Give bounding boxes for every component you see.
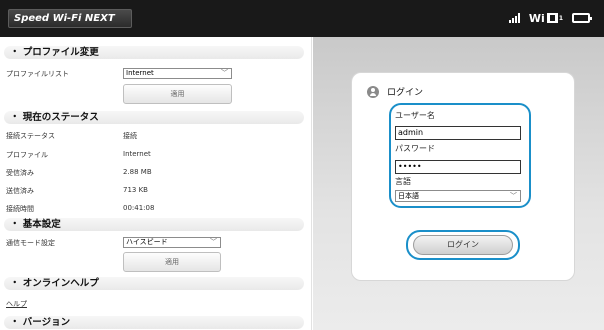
status-row-value: 713 KB (123, 186, 148, 194)
chevron-down-icon: ﹀ (510, 192, 517, 200)
wifi-box-icon (546, 13, 558, 23)
username-field[interactable]: admin (395, 126, 521, 140)
status-row-label: 送信済み (6, 187, 34, 195)
signal-icon (508, 13, 520, 23)
wifi-label: Wi (528, 11, 545, 25)
status-row-label: 受信済み (6, 169, 34, 177)
chevron-down-icon: ﹀ (221, 69, 228, 77)
status-row-label: 接続ステータス (6, 132, 55, 140)
section-basic-title: ・ 基本設定 (4, 218, 304, 231)
login-header: ログイン (367, 85, 423, 98)
username-label: ユーザー名 (395, 111, 435, 120)
language-select[interactable]: 日本語 ﹀ (395, 190, 521, 202)
top-bar: Speed Wi-Fi NEXT Wi 1 (0, 0, 604, 37)
section-version-title: ・ バージョン (4, 316, 304, 329)
password-field[interactable]: ••••• (395, 160, 521, 174)
mode-setting-value: ハイスピード (126, 238, 168, 246)
logo: Speed Wi-Fi NEXT (8, 9, 132, 28)
mode-setting-select[interactable]: ハイスピード ﹀ (123, 237, 221, 248)
section-status-title: ・ 現在のステータス (4, 111, 304, 124)
section-help-title: ・ オンラインヘルプ (4, 277, 304, 290)
profile-list-label: プロファイルリスト (6, 70, 69, 78)
mode-setting-label: 通信モード設定 (6, 239, 55, 247)
wifi-icon: Wi 1 (529, 12, 563, 25)
status-row-value: Internet (123, 150, 151, 158)
profile-list-select[interactable]: Internet ﹀ (123, 68, 232, 79)
wifi-sub: 1 (558, 14, 563, 22)
status-row-value: 接続 (123, 132, 137, 140)
status-row-label: 接続時間 (6, 205, 34, 213)
language-label: 言語 (395, 177, 411, 186)
profile-list-value: Internet (126, 69, 154, 77)
profile-apply-button[interactable]: 適用 (123, 84, 232, 104)
help-link[interactable]: ヘルプ (6, 299, 27, 309)
status-icons: Wi 1 (508, 10, 592, 26)
password-label: パスワード (395, 144, 435, 153)
section-profile-title: ・ プロファイル変更 (4, 46, 304, 59)
login-button[interactable]: ログイン (413, 235, 513, 255)
login-area: ログイン ユーザー名 admin パスワード ••••• 言語 日本語 ﹀ ログ… (313, 37, 604, 330)
chevron-down-icon: ﹀ (210, 238, 217, 246)
language-value: 日本語 (398, 192, 419, 200)
user-icon (367, 85, 379, 98)
login-title: ログイン (387, 88, 424, 98)
battery-icon (572, 13, 592, 23)
mode-apply-button[interactable]: 適用 (123, 252, 221, 272)
status-row-label: プロファイル (6, 151, 48, 159)
login-dialog: ログイン ユーザー名 admin パスワード ••••• 言語 日本語 ﹀ ログ… (351, 72, 575, 281)
status-row-value: 00:41:08 (123, 204, 155, 212)
settings-panel: ・ プロファイル変更 プロファイルリスト Internet ﹀ 適用 ・ 現在の… (0, 37, 312, 330)
status-row-value: 2.88 MB (123, 168, 152, 176)
